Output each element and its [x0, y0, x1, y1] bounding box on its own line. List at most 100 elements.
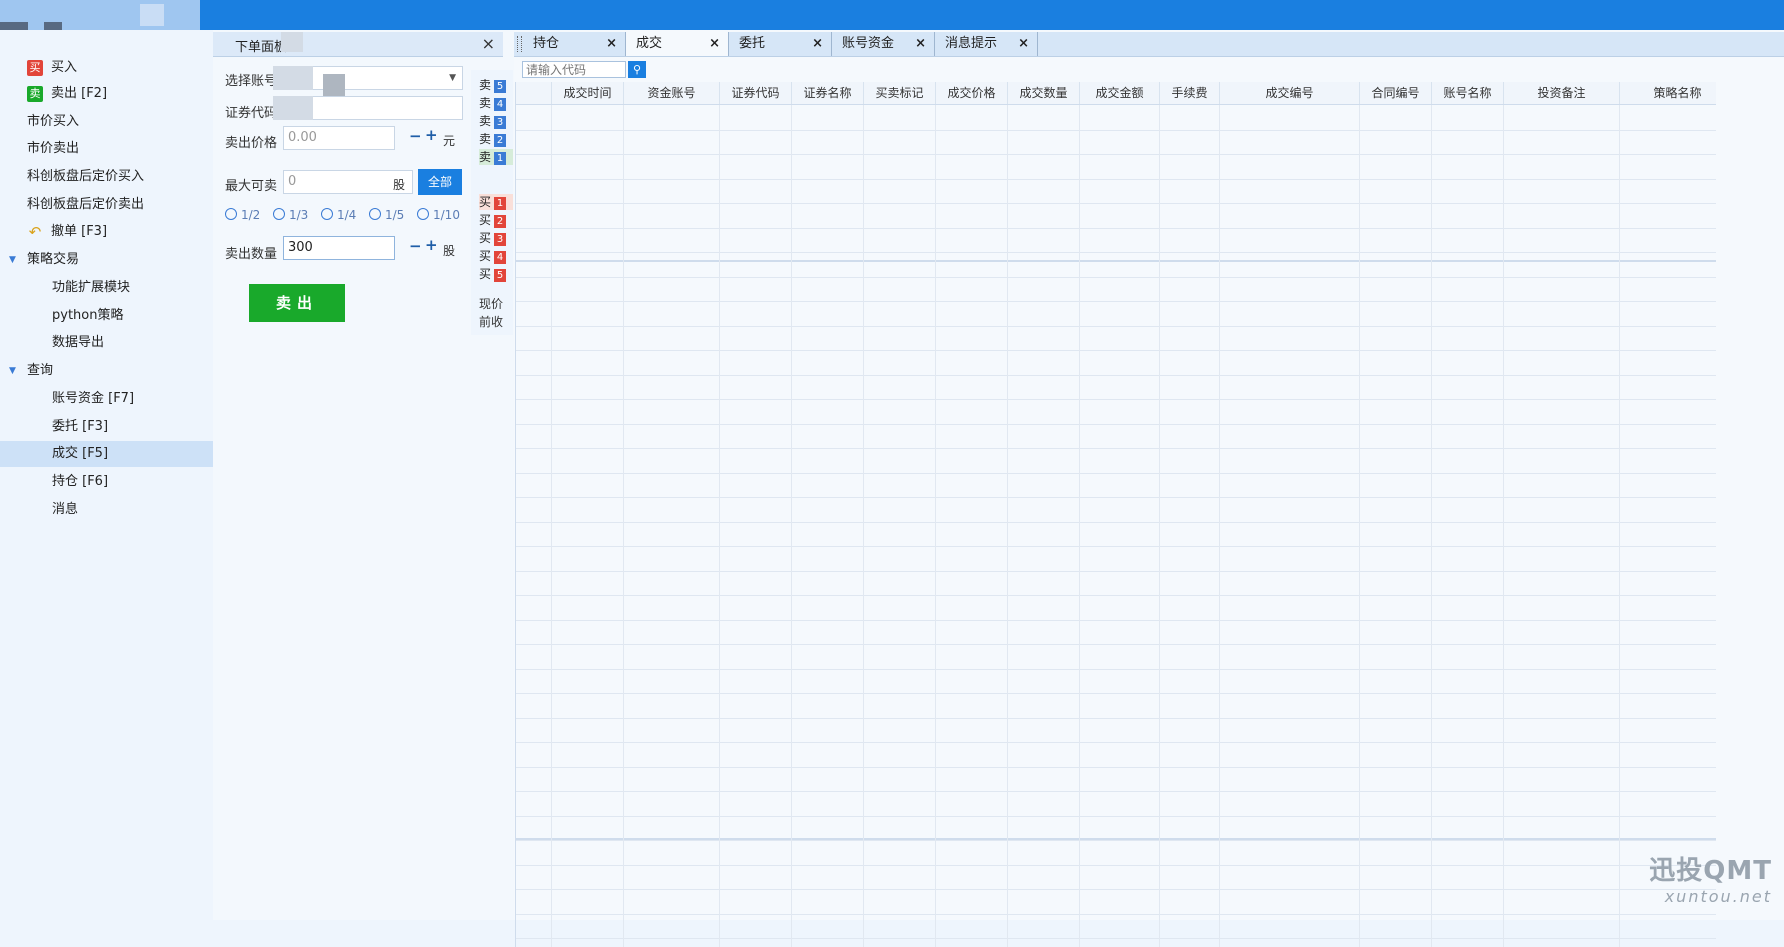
bid-1[interactable]: 买1 — [479, 194, 513, 210]
sell-icon: 卖 — [27, 86, 43, 102]
bid-3[interactable]: 买3 — [479, 230, 513, 246]
table-row — [516, 375, 1716, 376]
column-header[interactable]: 手续费 — [1160, 82, 1220, 104]
drag-handle[interactable] — [517, 36, 522, 52]
column-header[interactable]: 成交金额 — [1080, 82, 1160, 104]
qty-minus-button[interactable]: − — [409, 237, 422, 255]
depth-label: 卖 — [479, 96, 492, 110]
nav-item-cancel-order[interactable]: ↶ 撤单 [F3] — [0, 219, 213, 245]
tab-trades[interactable]: 成交 × — [626, 32, 729, 56]
nav-item-star-after-hours-sell[interactable]: 科创板盘后定价卖出 — [0, 192, 213, 218]
sell-qty-input[interactable]: 300 — [283, 236, 395, 260]
ask-3[interactable]: 卖3 — [479, 113, 513, 129]
sell-price-input[interactable]: 0.00 — [283, 126, 395, 150]
column-header[interactable]: 证券代码 — [720, 82, 792, 104]
column-header[interactable]: 投资备注 — [1504, 82, 1620, 104]
depth-number: 1 — [494, 152, 507, 165]
nav-item-python-strategy[interactable]: python策略 — [0, 303, 213, 329]
column-header[interactable]: 成交编号 — [1220, 82, 1360, 104]
close-icon[interactable]: × — [1018, 32, 1029, 56]
ask-1[interactable]: 卖1 — [479, 149, 513, 165]
table-row — [516, 448, 1716, 449]
nav-label: 成交 [F5] — [52, 446, 109, 461]
nav-item-messages[interactable]: 消息 — [0, 497, 213, 523]
column-header[interactable]: 账号名称 — [1432, 82, 1504, 104]
ratio-option-1-4[interactable]: 1/4 — [321, 208, 356, 222]
ratio-label: 1/2 — [241, 208, 261, 222]
close-icon[interactable]: × — [606, 32, 617, 56]
nav-label: 数据导出 — [52, 335, 105, 350]
close-icon[interactable]: × — [709, 32, 720, 56]
close-icon[interactable]: × — [812, 32, 823, 56]
search-icon[interactable]: ⚲ — [628, 61, 646, 78]
qty-plus-button[interactable]: + — [425, 236, 438, 254]
column-header[interactable]: 成交价格 — [936, 82, 1008, 104]
nav-item-market-sell[interactable]: 市价卖出 — [0, 136, 213, 162]
current-price-label[interactable]: 现价 — [479, 295, 503, 312]
price-plus-button[interactable]: + — [425, 126, 438, 144]
nav-item-sell[interactable]: 卖 卖出 [F2] — [0, 81, 213, 107]
row-header-corner[interactable] — [516, 82, 552, 104]
nav-label: 策略交易 — [27, 252, 80, 267]
table-row — [516, 767, 1716, 768]
grid-column-line — [863, 105, 864, 947]
result-tabs: 持仓 × 成交 × 委托 × 账号资金 × 消息提示 × — [514, 32, 1784, 57]
nav-group-strategy[interactable]: ▼ 策略交易 — [0, 247, 213, 273]
grid-column-line — [1359, 105, 1360, 947]
nav-item-extension-modules[interactable]: 功能扩展模块 — [0, 275, 213, 301]
nav-item-buy[interactable]: 买 买入 — [0, 55, 213, 81]
nav-label: 委托 [F3] — [52, 419, 109, 434]
undo-icon: ↶ — [28, 223, 42, 241]
tab-orders[interactable]: 委托 × — [729, 32, 832, 56]
chevron-down-icon: ▼ — [449, 73, 456, 83]
ask-2[interactable]: 卖2 — [479, 131, 513, 147]
column-header[interactable]: 合同编号 — [1360, 82, 1432, 104]
nav-label: 科创板盘后定价买入 — [27, 169, 145, 184]
bid-4[interactable]: 买4 — [479, 248, 513, 264]
blurred-region — [281, 32, 303, 52]
ratio-option-1-2[interactable]: 1/2 — [225, 208, 260, 222]
column-header[interactable]: 证券名称 — [792, 82, 864, 104]
close-icon[interactable]: × — [915, 32, 926, 56]
column-header[interactable]: 策略名称 — [1620, 82, 1716, 104]
ask-4[interactable]: 卖4 — [479, 95, 513, 111]
bid-2[interactable]: 买2 — [479, 212, 513, 228]
tab-messages[interactable]: 消息提示 × — [935, 32, 1038, 56]
bid-5[interactable]: 买5 — [479, 266, 513, 282]
tab-positions[interactable]: 持仓 × — [523, 32, 626, 56]
ratio-option-1-3[interactable]: 1/3 — [273, 208, 308, 222]
depth-number: 2 — [494, 134, 507, 147]
close-icon[interactable]: × — [482, 34, 495, 53]
nav-item-data-export[interactable]: 数据导出 — [0, 330, 213, 356]
all-button[interactable]: 全部 — [418, 169, 462, 195]
code-search-input[interactable] — [522, 61, 626, 78]
column-header[interactable]: 成交数量 — [1008, 82, 1080, 104]
ratio-option-1-5[interactable]: 1/5 — [369, 208, 404, 222]
column-header[interactable]: 成交时间 — [552, 82, 624, 104]
table-row — [516, 865, 1716, 866]
tab-account-funds[interactable]: 账号资金 × — [832, 32, 935, 56]
nav-item-orders[interactable]: 委托 [F3] — [0, 414, 213, 440]
radio-icon — [225, 208, 237, 220]
table-row — [516, 497, 1716, 498]
prev-close-label[interactable]: 前收 — [479, 313, 503, 330]
column-header[interactable]: 买卖标记 — [864, 82, 936, 104]
ratio-option-1-10[interactable]: 1/10 — [417, 208, 460, 222]
nav-item-market-buy[interactable]: 市价买入 — [0, 109, 213, 135]
price-minus-button[interactable]: − — [409, 127, 422, 145]
ask-5[interactable]: 卖5 — [479, 77, 513, 93]
depth-number: 4 — [494, 251, 507, 264]
column-header[interactable]: 资金账号 — [624, 82, 720, 104]
grid-column-line — [1007, 105, 1008, 947]
nav-item-star-after-hours-buy[interactable]: 科创板盘后定价买入 — [0, 164, 213, 190]
sell-button[interactable]: 卖出 — [249, 284, 345, 322]
grid-summary-divider — [516, 838, 1716, 840]
order-panel-tab[interactable]: 下单面板 × — [213, 32, 503, 57]
table-row — [516, 424, 1716, 425]
depth-number: 2 — [494, 215, 507, 228]
nav-item-positions[interactable]: 持仓 [F6] — [0, 469, 213, 495]
nav-item-account-funds[interactable]: 账号资金 [F7] — [0, 386, 213, 412]
nav-group-query[interactable]: ▼ 查询 — [0, 358, 213, 384]
table-row — [516, 228, 1716, 229]
nav-item-trades[interactable]: 成交 [F5] — [0, 441, 213, 467]
